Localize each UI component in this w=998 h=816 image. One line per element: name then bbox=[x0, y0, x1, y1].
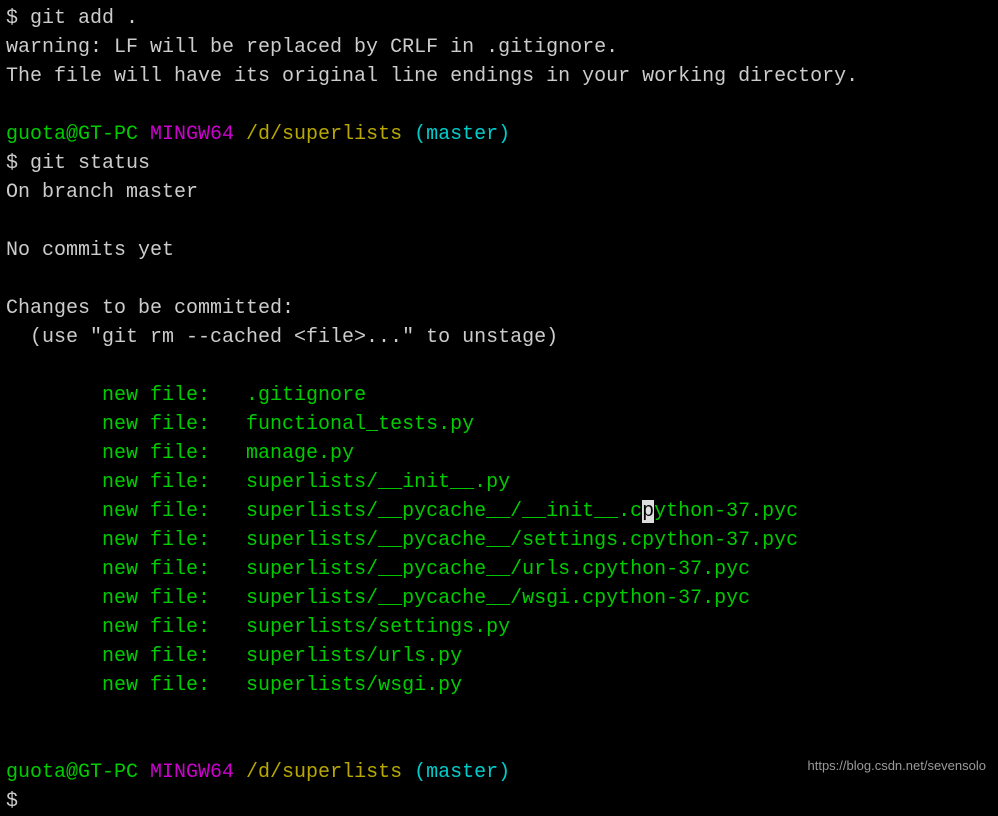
new-file-row: new file: .gitignore bbox=[6, 381, 992, 410]
new-file-row-cursor: new file: superlists/__pycache__/__init_… bbox=[6, 497, 992, 526]
new-file-row: new file: superlists/wsgi.py bbox=[6, 671, 992, 700]
new-file-row: new file: functional_tests.py bbox=[6, 410, 992, 439]
prompt-ready: $ bbox=[6, 787, 992, 816]
cursor-position: p bbox=[642, 500, 654, 523]
new-file-row: new file: superlists/urls.py bbox=[6, 642, 992, 671]
blank-line bbox=[6, 207, 992, 236]
changes-header: Changes to be committed: bbox=[6, 294, 992, 323]
watermark-text: https://blog.csdn.net/sevensolo bbox=[807, 757, 986, 776]
new-file-row: new file: superlists/settings.py bbox=[6, 613, 992, 642]
warning-line-2: The file will have its original line end… bbox=[6, 62, 992, 91]
blank-line bbox=[6, 91, 992, 120]
blank-line bbox=[6, 700, 992, 729]
blank-line bbox=[6, 265, 992, 294]
blank-line bbox=[6, 729, 992, 758]
new-file-row: new file: manage.py bbox=[6, 439, 992, 468]
prompt-line-1: guota@GT-PC MINGW64 /d/superlists (maste… bbox=[6, 120, 992, 149]
no-commits-line: No commits yet bbox=[6, 236, 992, 265]
cmd-git-status: $ git status bbox=[6, 149, 992, 178]
unstage-hint: (use "git rm --cached <file>..." to unst… bbox=[6, 323, 992, 352]
blank-line bbox=[6, 352, 992, 381]
new-file-row: new file: superlists/__pycache__/setting… bbox=[6, 526, 992, 555]
on-branch-line: On branch master bbox=[6, 178, 992, 207]
warning-line-1: warning: LF will be replaced by CRLF in … bbox=[6, 33, 992, 62]
new-file-row: new file: superlists/__pycache__/urls.cp… bbox=[6, 555, 992, 584]
new-file-row: new file: superlists/__pycache__/wsgi.cp… bbox=[6, 584, 992, 613]
new-file-row: new file: superlists/__init__.py bbox=[6, 468, 992, 497]
terminal-output[interactable]: $ git add . warning: LF will be replaced… bbox=[6, 4, 992, 816]
cmd-git-add: $ git add . bbox=[6, 4, 992, 33]
